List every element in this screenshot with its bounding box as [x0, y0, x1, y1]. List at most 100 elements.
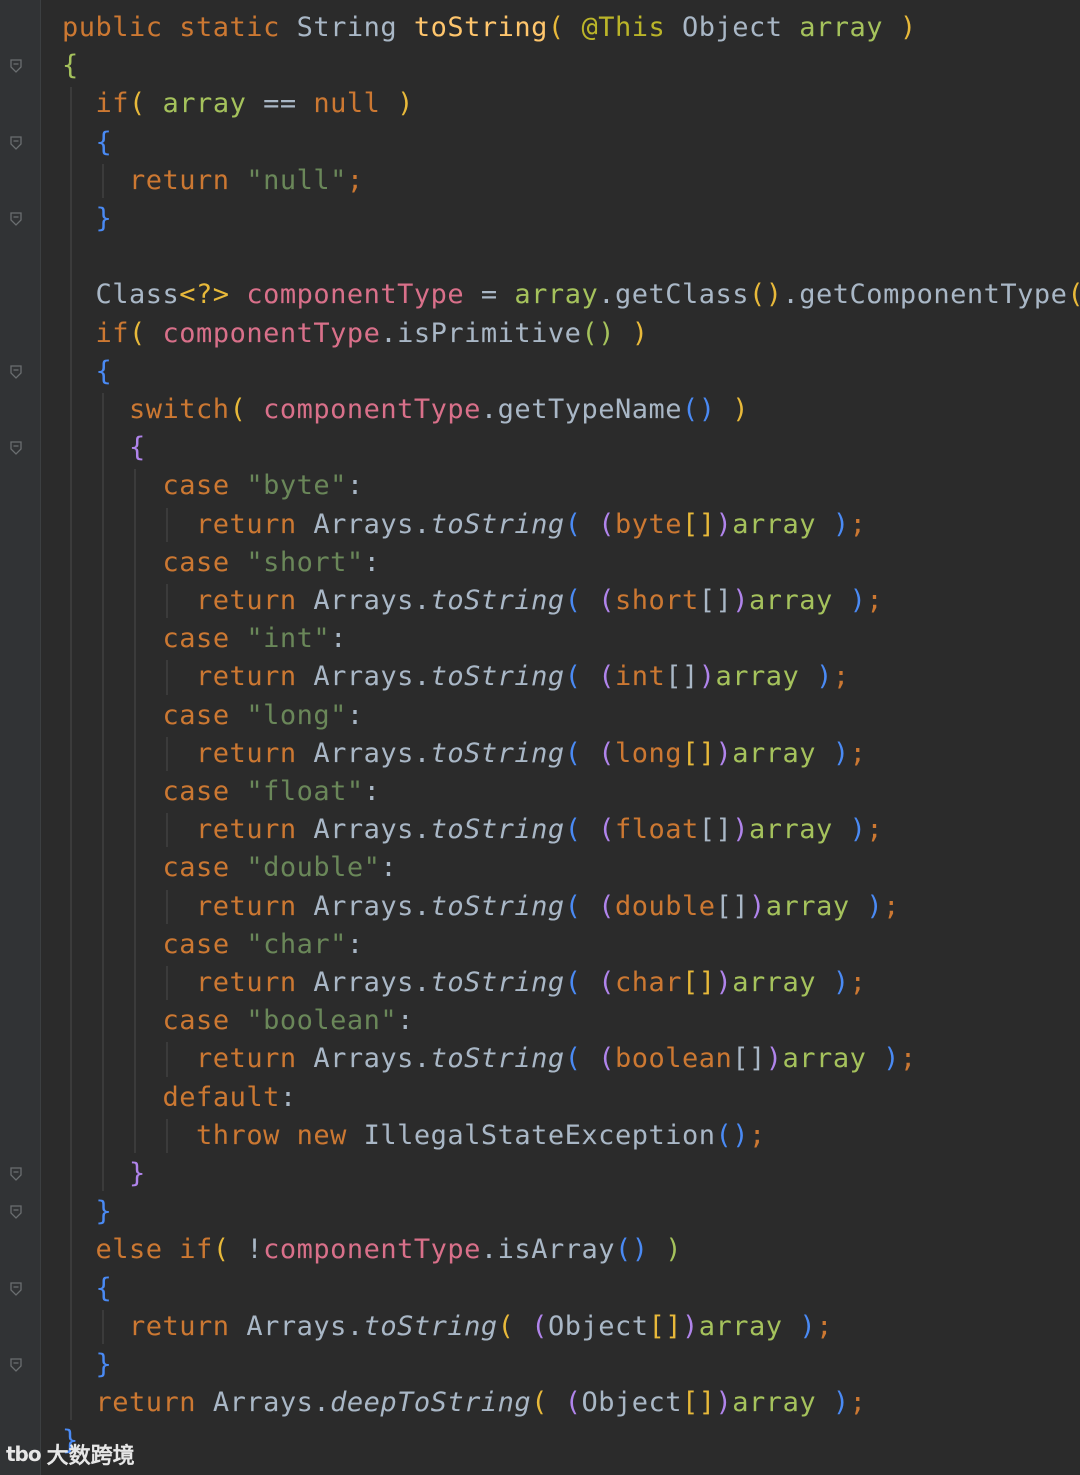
code-token: )	[749, 890, 766, 922]
code-line[interactable]: return Arrays.deepToString( (Object[])ar…	[62, 1384, 866, 1422]
code-token: )	[832, 1387, 850, 1419]
code-token: (	[598, 661, 615, 693]
fold-marker-icon[interactable]	[10, 212, 22, 226]
fold-marker-icon[interactable]	[10, 365, 22, 379]
code-token: )	[397, 88, 414, 120]
code-token: ;	[866, 585, 884, 616]
code-line[interactable]: default:	[62, 1079, 297, 1117]
fold-marker-icon[interactable]	[10, 59, 22, 74]
code-token: default	[162, 1081, 280, 1113]
code-token: )	[665, 1234, 683, 1266]
code-token: Arrays.	[313, 585, 431, 616]
code-token: Object	[681, 12, 800, 43]
code-token: }	[95, 1349, 113, 1380]
code-line[interactable]: if( array == null )	[62, 85, 414, 123]
indent-guide	[102, 1309, 104, 1344]
code-token: case	[162, 470, 247, 502]
code-line[interactable]: return Arrays.toString( (Object[])array …	[62, 1308, 833, 1346]
code-token: "byte"	[246, 470, 347, 502]
code-token: public static	[62, 12, 297, 43]
code-token: case	[162, 776, 247, 807]
code-token: )	[899, 12, 917, 43]
code-token: )	[816, 661, 833, 693]
code-line[interactable]: case "byte":	[62, 467, 364, 505]
indent-guide	[166, 889, 168, 924]
code-token: {	[62, 50, 79, 82]
code-line[interactable]: case "boolean":	[62, 1002, 414, 1040]
code-token: array	[799, 12, 900, 43]
code-line[interactable]: return Arrays.toString( (int[])array );	[62, 658, 850, 696]
code-token: if	[95, 317, 130, 349]
code-line[interactable]: return Arrays.toString( (short[])array )…	[62, 582, 883, 620]
code-token: )	[732, 814, 750, 846]
code-token: .getClass	[598, 279, 750, 311]
code-token: :	[279, 1081, 297, 1113]
fold-marker-icon[interactable]	[10, 441, 22, 456]
code-token: array	[749, 585, 850, 616]
code-line[interactable]: case "short":	[62, 544, 380, 582]
indent-guide	[166, 660, 168, 695]
code-token: deepToString	[330, 1387, 532, 1419]
code-line[interactable]: case "float":	[62, 773, 380, 811]
code-line[interactable]: return Arrays.toString( (double[])array …	[62, 888, 900, 926]
code-line[interactable]: return Arrays.toString( (char[])array );	[62, 964, 866, 1002]
code-token: return	[196, 737, 314, 769]
code-line[interactable]: switch( componentType.getTypeName() )	[62, 391, 749, 429]
code-token: []	[698, 585, 733, 616]
code-token: :	[380, 852, 398, 884]
code-line[interactable]: case "long":	[62, 697, 364, 735]
code-token: Object	[547, 1310, 649, 1342]
fold-marker-icon[interactable]	[10, 135, 22, 150]
code-line[interactable]: case "char":	[62, 926, 364, 964]
watermark-text: 大数跨境	[46, 1444, 135, 1469]
code-token: ;	[866, 814, 884, 846]
code-line[interactable]: Class<?> componentType = array.getClass(…	[62, 276, 1080, 314]
code-token: .getTypeName	[480, 394, 682, 425]
fold-marker-icon[interactable]	[10, 1281, 22, 1296]
code-token: return	[196, 585, 314, 616]
code-token: )	[698, 661, 716, 693]
code-token: (	[564, 661, 599, 693]
code-token: <?>	[179, 279, 247, 311]
code-token: boolean	[614, 1043, 733, 1075]
code-token: ;	[849, 1387, 867, 1419]
code-line[interactable]: return "null";	[62, 162, 364, 200]
code-line[interactable]: return Arrays.toString( (boolean[])array…	[62, 1040, 917, 1078]
editor-gutter[interactable]	[0, 0, 40, 1475]
code-line[interactable]: public static String toString( @This Obj…	[62, 9, 917, 47]
code-token: !	[246, 1234, 264, 1266]
code-line[interactable]: if( componentType.isPrimitive() )	[62, 315, 649, 353]
code-line[interactable]: return Arrays.toString( (float[])array )…	[62, 811, 883, 849]
code-line[interactable]: case "int":	[62, 620, 347, 658]
code-token: (	[229, 394, 264, 425]
code-line[interactable]: else if( !componentType.isArray() )	[62, 1231, 682, 1269]
code-line[interactable]: return Arrays.toString( (byte[])array );	[62, 506, 866, 544]
code-token: return	[196, 814, 314, 846]
fold-marker-icon[interactable]	[10, 1205, 22, 1220]
fold-marker-icon[interactable]	[10, 1167, 22, 1181]
code-editor[interactable]: public static String toString( @This Obj…	[0, 0, 1080, 1475]
code-token: []	[682, 1387, 716, 1419]
code-token: "short"	[246, 546, 364, 578]
code-line[interactable]: {	[62, 47, 79, 85]
code-token: )	[715, 1387, 733, 1419]
code-token: (	[598, 585, 615, 616]
code-line[interactable]: case "double":	[62, 849, 397, 887]
fold-marker-icon[interactable]	[10, 1358, 22, 1372]
code-line[interactable]: return Arrays.toString( (long[])array );	[62, 735, 866, 773]
code-token: ==	[263, 88, 314, 120]
watermark-logo: tbo	[6, 1442, 42, 1466]
